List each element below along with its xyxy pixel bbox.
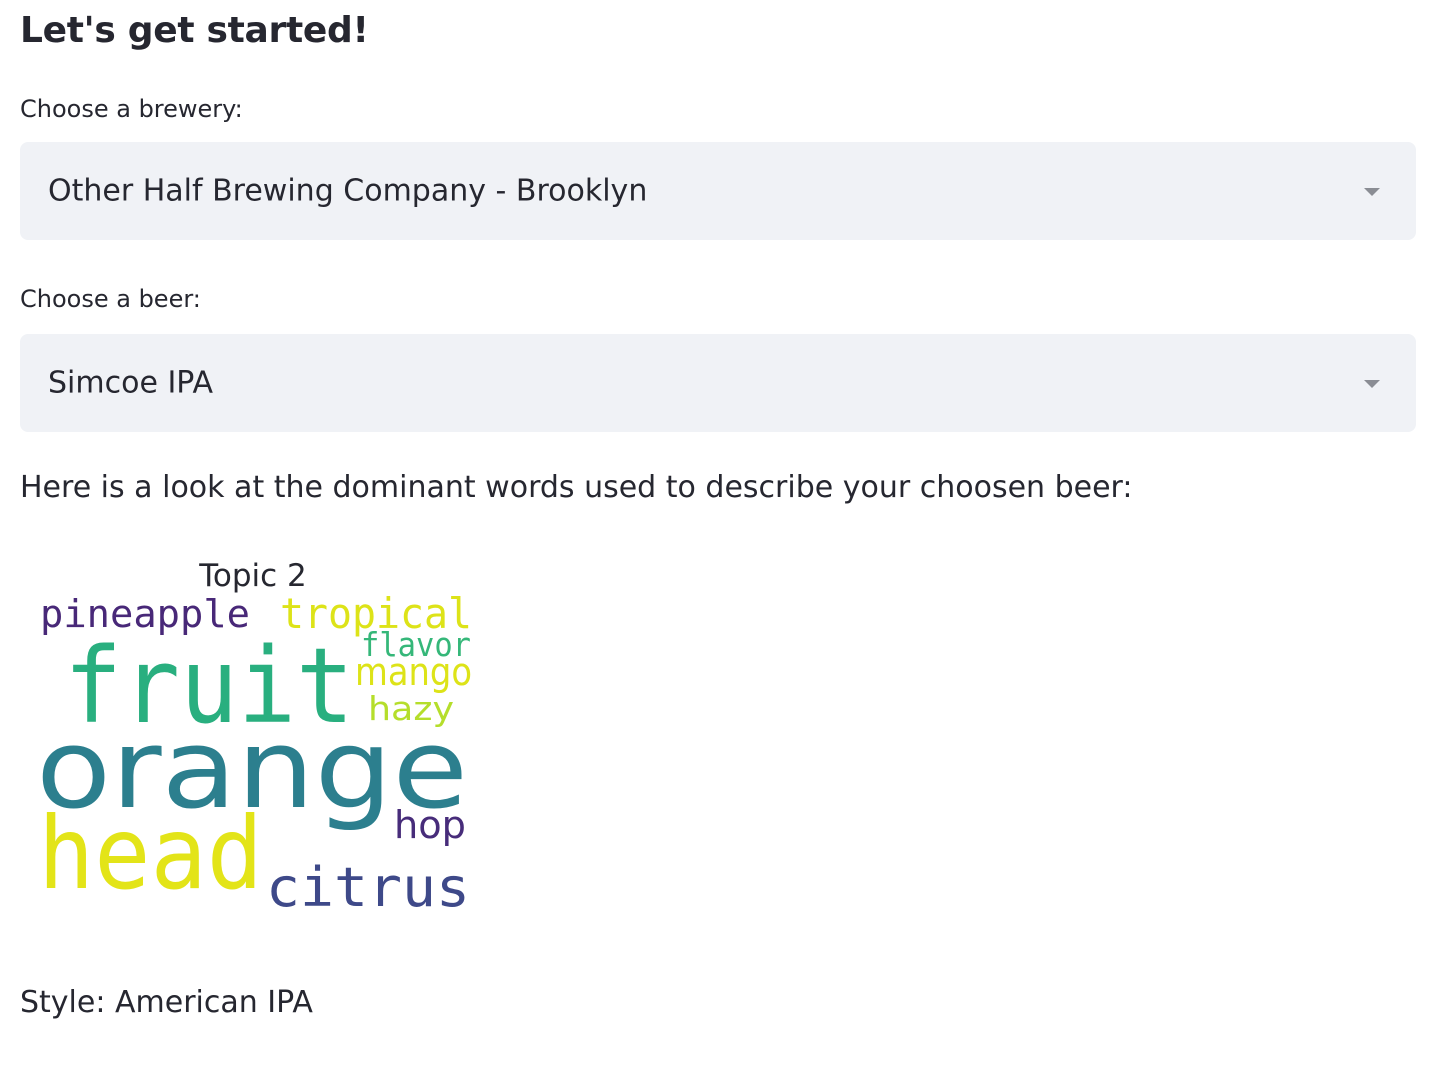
word-citrus: citrus (266, 856, 470, 919)
beer-select-label: Choose a beer: (20, 285, 201, 313)
page-title: Let's get started! (20, 10, 369, 51)
brewery-select[interactable]: Other Half Brewing Company - Brooklyn (20, 142, 1416, 240)
word-cloud-image: Topic 2 pineapple tropical flavor fruit … (18, 552, 474, 922)
word-hop: hop (394, 803, 466, 847)
chevron-down-icon (1364, 380, 1380, 388)
beer-select-value: Simcoe IPA (48, 365, 213, 401)
word-mango: mango (355, 650, 472, 694)
brewery-select-label: Choose a brewery: (20, 95, 243, 123)
brewery-select-value: Other Half Brewing Company - Brooklyn (48, 173, 648, 209)
beer-select[interactable]: Simcoe IPA (20, 334, 1416, 432)
chevron-down-icon (1364, 188, 1380, 196)
word-head: head (38, 795, 263, 912)
style-info: Style: American IPA (20, 985, 313, 1020)
description-text: Here is a look at the dominant words use… (20, 470, 1133, 505)
